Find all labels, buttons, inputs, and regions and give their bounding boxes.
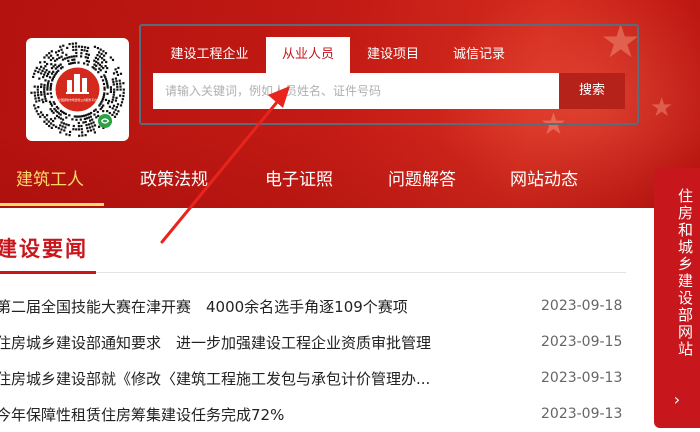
nav-active-indicator xyxy=(0,203,104,206)
banner-shade xyxy=(0,130,700,208)
news-title[interactable]: 今年保障性租赁住房筹集建设任务完成72% xyxy=(0,404,488,425)
side-link-label: 住房和城乡建设部网站 xyxy=(676,188,694,358)
side-link-ministry[interactable]: 住房和城乡建设部网站 › xyxy=(654,168,700,428)
nav-item-workers[interactable]: 建筑工人 xyxy=(16,158,84,208)
search-tabs: 建设工程企业 从业人员 建设项目 诚信记录 xyxy=(153,37,522,73)
logo-caption: 全国建筑市场监管公共服务平台 xyxy=(58,98,97,102)
logo-qr-card: 全国建筑市场监管公共服务平台 xyxy=(26,38,129,141)
qr-code-icon: 全国建筑市场监管公共服务平台 xyxy=(30,42,125,137)
list-item[interactable]: 今年保障性租赁住房筹集建设任务完成72% 2023-09-13 xyxy=(0,398,640,432)
news-date: 2023-09-15 xyxy=(541,334,623,350)
nav-item-site-news[interactable]: 网站动态 xyxy=(510,158,578,208)
tab-project[interactable]: 建设项目 xyxy=(350,37,436,73)
nav-item-policy[interactable]: 政策法规 xyxy=(140,158,208,208)
news-title[interactable]: 住房城乡建设部就《修改〈建筑工程施工发包与承包计价管理办... xyxy=(0,368,488,389)
chevron-right-icon: › xyxy=(673,390,681,409)
nav-item-e-license[interactable]: 电子证照 xyxy=(265,158,333,208)
news-title[interactable]: 住房城乡建设部通知要求 进一步加强建设工程企业资质审批管理 xyxy=(0,332,488,353)
list-item[interactable]: 住房城乡建设部通知要求 进一步加强建设工程企业资质审批管理 2023-09-15 xyxy=(0,326,640,360)
tab-personnel[interactable]: 从业人员 xyxy=(266,37,350,73)
section-title: 建设要闻 xyxy=(0,237,88,261)
list-item[interactable]: 第二届全国技能大赛在津开赛 4000余名选手角逐109个赛项 2023-09-1… xyxy=(0,290,640,324)
nav-item-faq[interactable]: 问题解答 xyxy=(388,158,456,208)
list-item[interactable]: 住房城乡建设部就《修改〈建筑工程施工发包与承包计价管理办... 2023-09-… xyxy=(0,362,640,396)
tab-enterprise[interactable]: 建设工程企业 xyxy=(153,37,266,73)
section-accent-bar xyxy=(0,271,96,274)
news-date: 2023-09-13 xyxy=(541,406,623,422)
news-title[interactable]: 第二届全国技能大赛在津开赛 4000余名选手角逐109个赛项 xyxy=(0,296,488,317)
news-date: 2023-09-13 xyxy=(541,370,623,386)
search-input[interactable] xyxy=(153,73,559,109)
star-icon: ★ xyxy=(650,93,674,123)
search-button[interactable]: 搜索 xyxy=(559,73,625,109)
news-date: 2023-09-18 xyxy=(541,298,623,314)
tab-credit[interactable]: 诚信记录 xyxy=(436,37,522,73)
